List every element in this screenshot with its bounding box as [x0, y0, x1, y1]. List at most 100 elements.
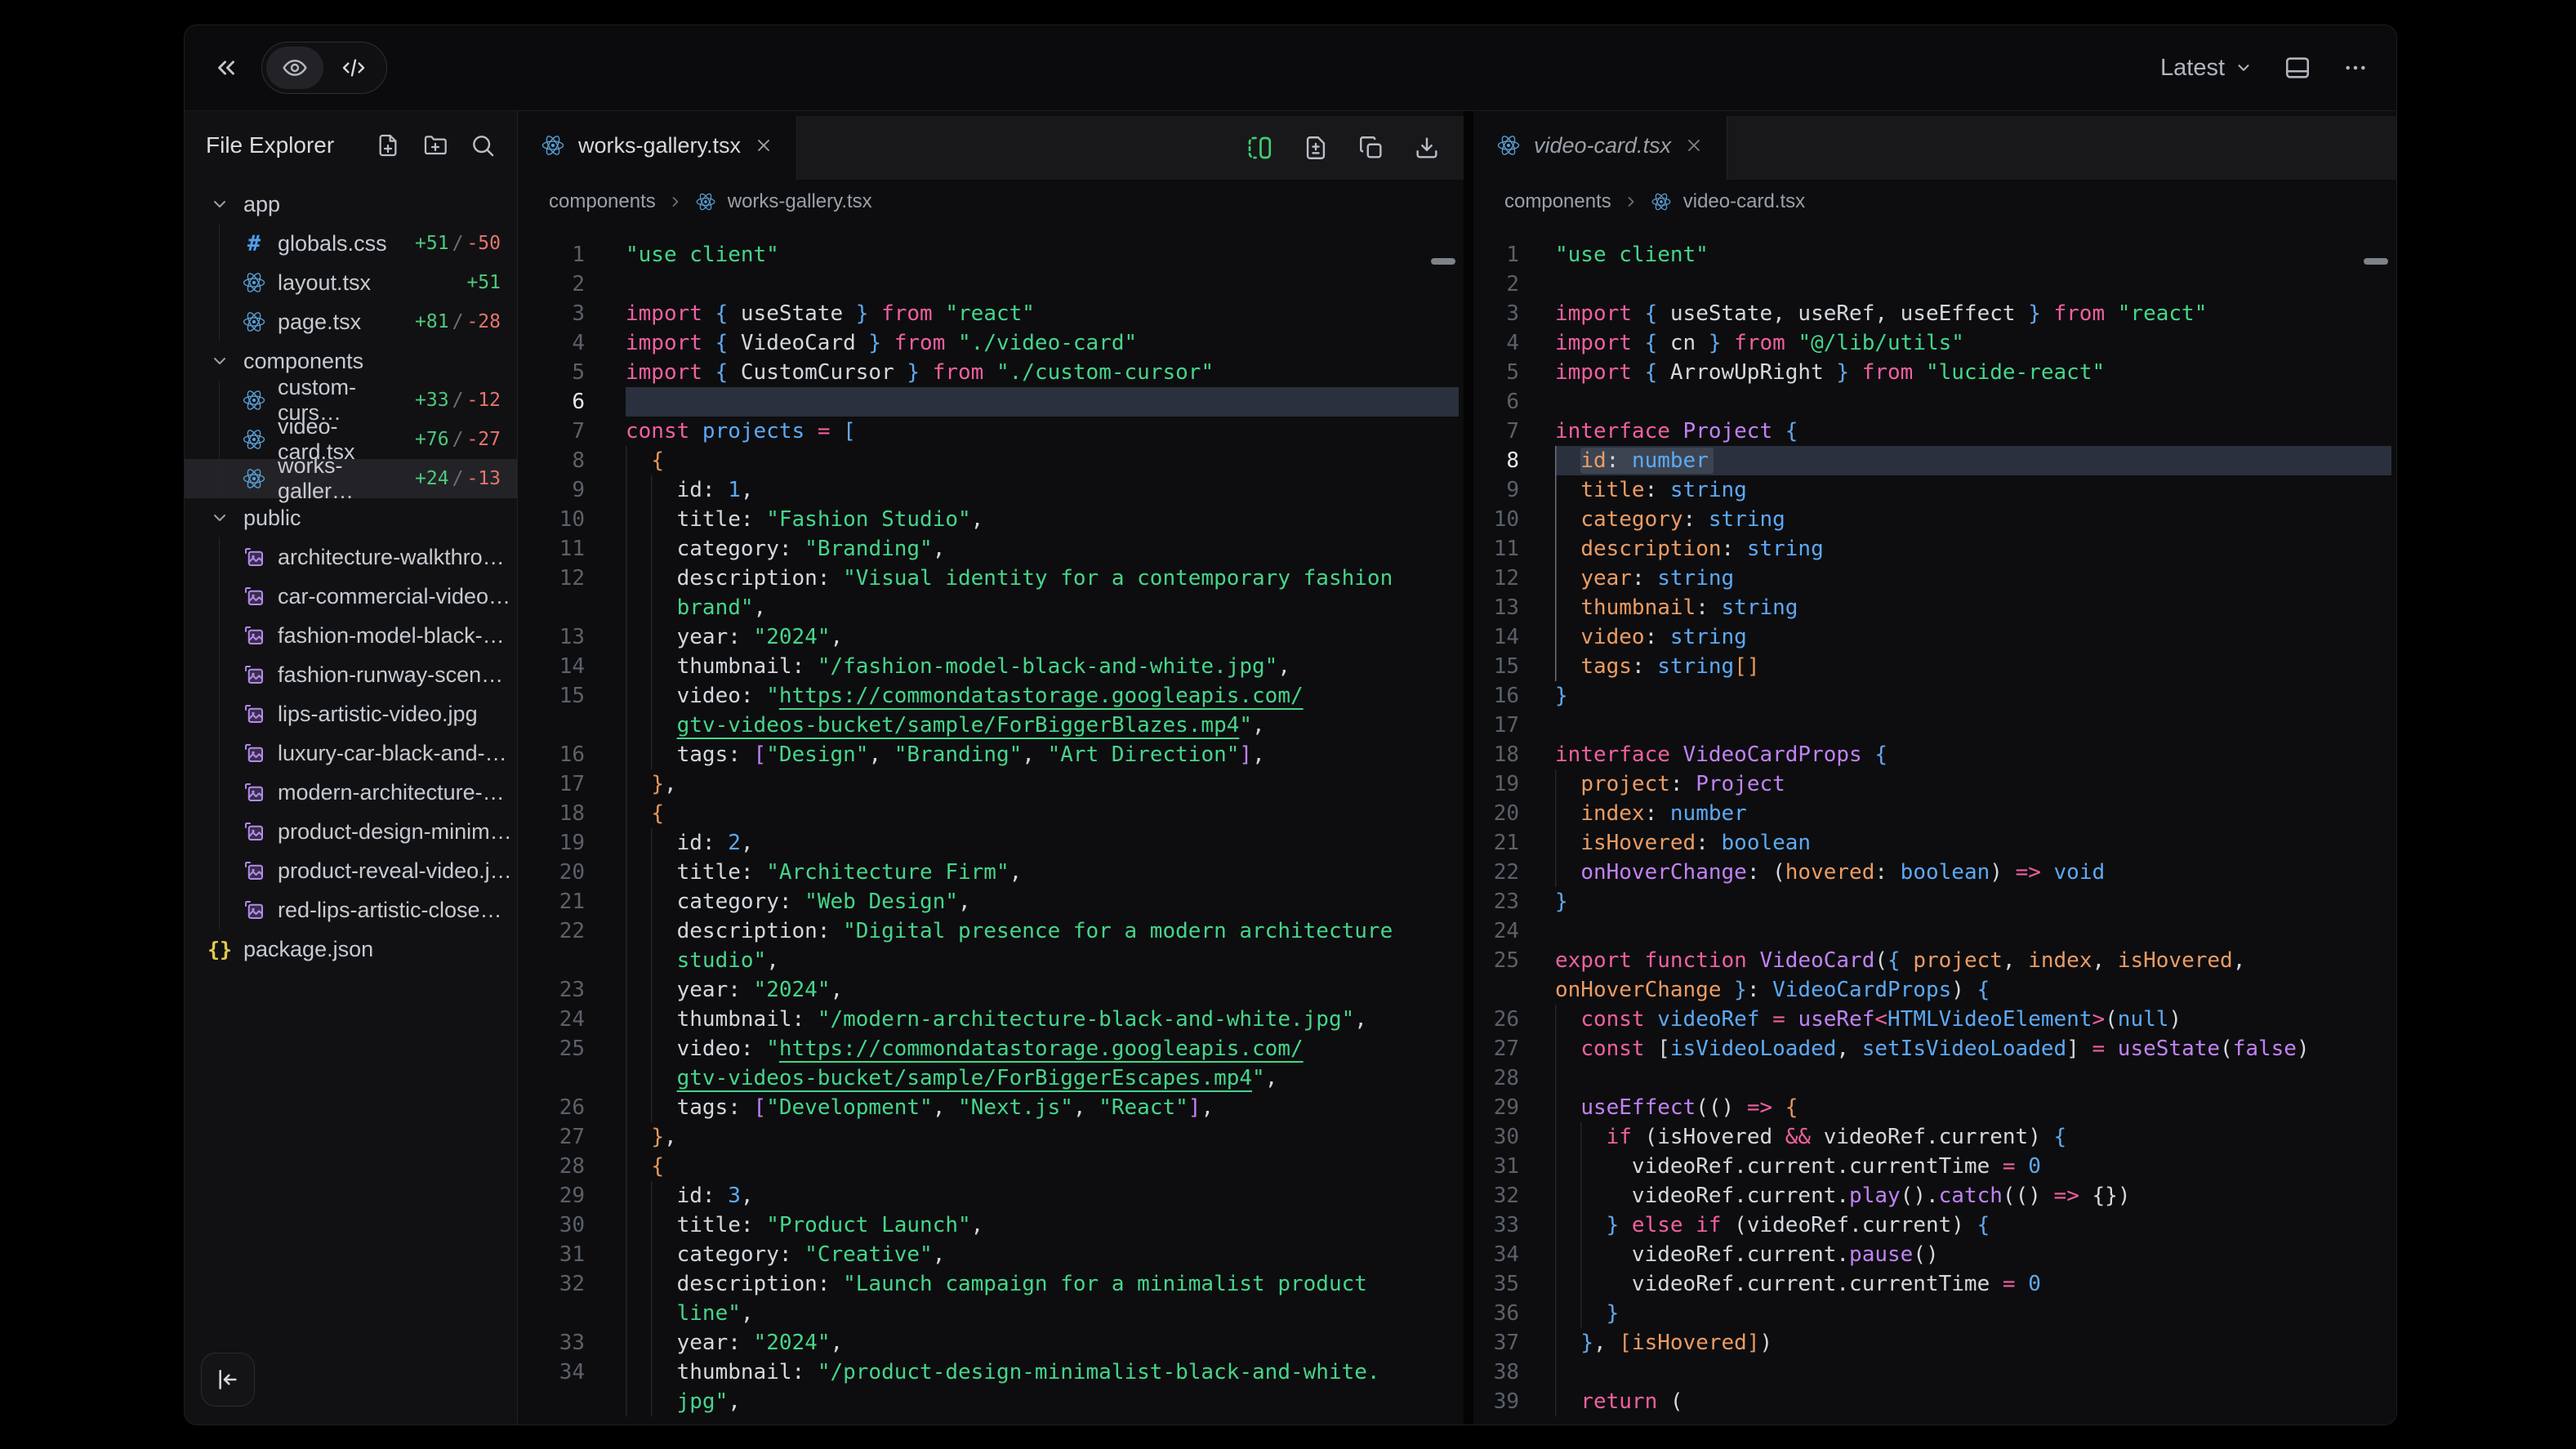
- code-text: description: "Visual identity for a cont…: [626, 564, 1464, 593]
- line-number: 33: [518, 1328, 626, 1358]
- preview-code-toggle: [261, 42, 387, 94]
- close-tab-icon[interactable]: [754, 136, 773, 155]
- code-text: video: string: [1555, 622, 2396, 652]
- line-number: 3: [518, 299, 626, 328]
- code-line: 36 }: [1473, 1299, 2396, 1328]
- file-item-car-commercial-video-[interactable]: car-commercial-video…: [185, 577, 517, 616]
- line-number: 24: [1473, 916, 1555, 946]
- line-number: 13: [1473, 593, 1555, 622]
- line-number: 15: [518, 681, 626, 711]
- code-line: 17 },: [518, 769, 1464, 799]
- tab-works-gallery[interactable]: works-gallery.tsx: [518, 111, 796, 180]
- code-line: 31 category: "Creative",: [518, 1240, 1464, 1269]
- file-item-fashion-model-black-[interactable]: fashion-model-black-…: [185, 616, 517, 655]
- file-item-package.json[interactable]: {}package.json: [185, 930, 517, 969]
- file-item-red-lips-artistic-close-[interactable]: red-lips-artistic-close…: [185, 890, 517, 930]
- line-number: 11: [1473, 534, 1555, 564]
- line-number: 6: [1473, 387, 1555, 417]
- folder-item-public[interactable]: public: [185, 498, 517, 537]
- file-item-globals.css[interactable]: #globals.css+51/-50: [185, 224, 517, 263]
- file-item-lips-artistic-video.jpg[interactable]: lips-artistic-video.jpg: [185, 694, 517, 733]
- file-item-works-galler-[interactable]: works-galler…+24/-13: [185, 459, 517, 498]
- code-line: 5import { CustomCursor } from "./custom-…: [518, 358, 1464, 387]
- line-number: 20: [518, 858, 626, 887]
- code-editor-works-gallery[interactable]: 1"use client"23import { useState } from …: [518, 224, 1464, 1424]
- code-line: 18interface VideoCardProps {: [1473, 740, 2396, 769]
- code-line: line",: [518, 1299, 1464, 1328]
- breadcrumb-folder[interactable]: components: [549, 190, 656, 213]
- more-options-icon[interactable]: [2342, 55, 2369, 81]
- react-icon: [695, 191, 716, 212]
- new-folder-icon[interactable]: [422, 132, 448, 158]
- code-line: 17: [1473, 711, 2396, 740]
- version-dropdown[interactable]: Latest: [2160, 55, 2253, 82]
- code-line: 1"use client": [518, 240, 1464, 270]
- code-text: const projects = [: [626, 417, 1464, 446]
- code-line: 11 category: "Branding",: [518, 534, 1464, 564]
- code-text: onHoverChange }: VideoCardProps) {: [1555, 975, 2396, 1005]
- download-icon[interactable]: [1413, 134, 1441, 162]
- code-text: year: string: [1555, 564, 2396, 593]
- line-number: 17: [1473, 711, 1555, 740]
- file-item-architecture-walkthro-[interactable]: architecture-walkthro…: [185, 537, 517, 577]
- file-item-product-reveal-video.j-[interactable]: product-reveal-video.j…: [185, 851, 517, 890]
- line-number: 18: [518, 799, 626, 828]
- file-item-fashion-runway-scen-[interactable]: fashion-runway-scen…: [185, 655, 517, 694]
- code-line: 35 videoRef.current.currentTime = 0: [1473, 1269, 2396, 1299]
- code-text: import { CustomCursor } from "./custom-c…: [626, 358, 1464, 387]
- line-number: 25: [518, 1034, 626, 1063]
- tab-video-card[interactable]: video-card.tsx: [1473, 111, 1727, 180]
- code-text: thumbnail: string: [1555, 593, 2396, 622]
- breadcrumb-file[interactable]: works-gallery.tsx: [728, 190, 872, 213]
- preview-toggle-button[interactable]: [266, 47, 323, 89]
- file-item-product-design-minim-[interactable]: product-design-minim…: [185, 812, 517, 851]
- close-tab-icon[interactable]: [1684, 136, 1704, 155]
- line-number: 31: [1473, 1152, 1555, 1181]
- editor-splitter[interactable]: [1464, 111, 1473, 1424]
- file-item-layout.tsx[interactable]: layout.tsx+51: [185, 263, 517, 302]
- code-line: 39 return (: [1473, 1387, 2396, 1416]
- image-file-icon: [242, 545, 266, 569]
- code-line: 16 tags: ["Design", "Branding", "Art Dir…: [518, 740, 1464, 769]
- line-number: 23: [1473, 887, 1555, 916]
- code-text: [1555, 711, 2396, 740]
- code-toggle-button[interactable]: [325, 47, 382, 89]
- file-item-page.tsx[interactable]: page.tsx+81/-28: [185, 302, 517, 341]
- code-text: id: 3,: [626, 1181, 1464, 1210]
- code-line: 5import { ArrowUpRight } from "lucide-re…: [1473, 358, 2396, 387]
- file-item-luxury-car-black-and-[interactable]: luxury-car-black-and-…: [185, 733, 517, 773]
- code-line: 29 useEffect(() => {: [1473, 1093, 2396, 1122]
- copy-icon[interactable]: [1357, 134, 1385, 162]
- split-diff-icon[interactable]: [1245, 133, 1274, 163]
- line-number: 30: [1473, 1122, 1555, 1152]
- file-label: product-reveal-video.j…: [278, 858, 512, 884]
- file-diff-icon[interactable]: [1302, 134, 1330, 162]
- react-icon: [1496, 133, 1521, 158]
- folder-item-app[interactable]: app: [185, 185, 517, 224]
- tabstrip-empty: [1727, 116, 2396, 180]
- code-text: title: "Product Launch",: [626, 1210, 1464, 1240]
- code-text: import { VideoCard } from "./video-card": [626, 328, 1464, 358]
- panel-bottom-icon[interactable]: [2284, 54, 2311, 82]
- code-text: [1555, 1063, 2396, 1093]
- file-label: public: [243, 506, 301, 531]
- code-text: }: [1555, 887, 2396, 916]
- code-icon: [341, 55, 367, 81]
- tab-label: works-gallery.tsx: [578, 133, 741, 158]
- code-text: tags: ["Design", "Branding", "Art Direct…: [626, 740, 1464, 769]
- search-icon[interactable]: [470, 132, 496, 158]
- breadcrumb-folder[interactable]: components: [1504, 190, 1611, 213]
- image-file-icon: [242, 584, 266, 609]
- tabstrip-actions: [796, 116, 1464, 180]
- collapse-sidebar-button[interactable]: [201, 1353, 255, 1407]
- file-item-modern-architecture-[interactable]: modern-architecture-…: [185, 773, 517, 812]
- breadcrumb-file[interactable]: video-card.tsx: [1683, 190, 1805, 213]
- code-line: 26 const videoRef = useRef<HTMLVideoElem…: [1473, 1005, 2396, 1034]
- line-number: 1: [518, 240, 626, 270]
- code-editor-video-card[interactable]: 1"use client"23import { useState, useRef…: [1473, 224, 2396, 1424]
- code-text: [1555, 270, 2396, 299]
- code-text: const [isVideoLoaded, setIsVideoLoaded] …: [1555, 1034, 2396, 1063]
- line-number: 32: [518, 1269, 626, 1299]
- new-file-icon[interactable]: [375, 132, 401, 158]
- chevrons-left-icon[interactable]: [212, 54, 240, 82]
